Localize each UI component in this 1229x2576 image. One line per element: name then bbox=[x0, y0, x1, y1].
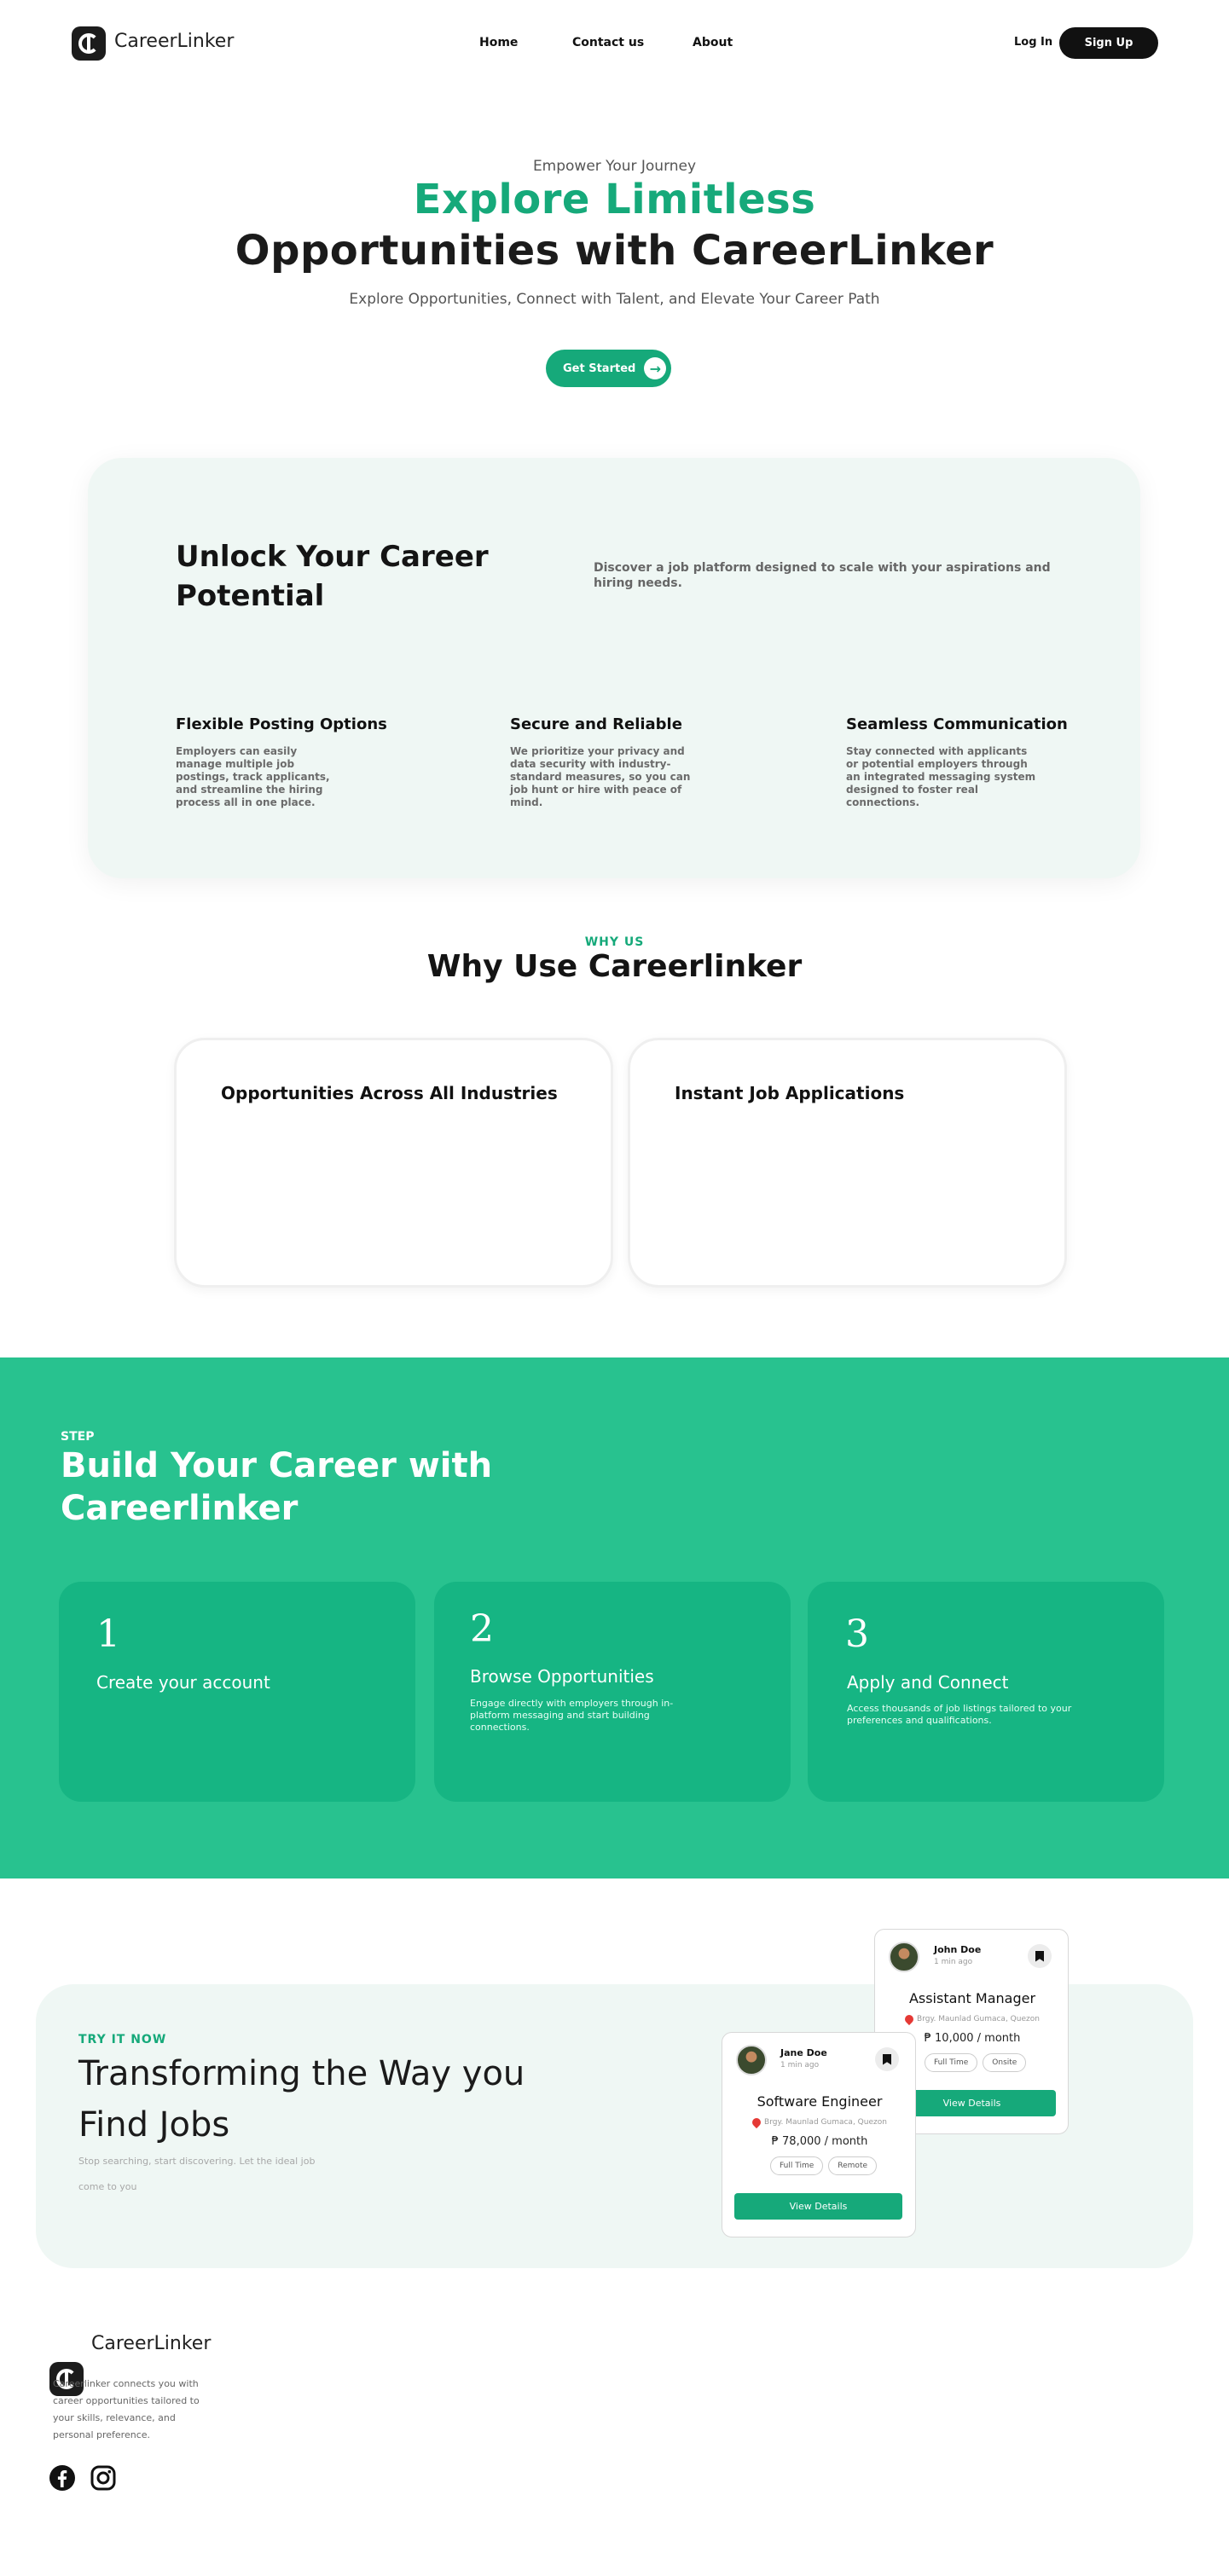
why-title: Why Use Careerlinker bbox=[426, 949, 803, 984]
job-location-text: Brgy. Maunlad Gumaca, Quezon bbox=[917, 2015, 1040, 2023]
why-card[interactable]: Opportunities Across All Industries bbox=[174, 1038, 613, 1288]
instagram-icon[interactable] bbox=[90, 2464, 117, 2492]
job-tag: Remote bbox=[828, 2156, 878, 2175]
job-tag: Full Time bbox=[925, 2053, 978, 2072]
step-description: Engage directly with employers through i… bbox=[470, 1698, 674, 1733]
job-posted-time: 1 min ago bbox=[934, 1958, 973, 1966]
job-tag: Onsite bbox=[983, 2053, 1027, 2072]
job-location: Brgy. Maunlad Gumaca, Quezon bbox=[722, 2116, 917, 2129]
step-number: 2 bbox=[470, 1607, 494, 1651]
feature-title: Seamless Communication bbox=[846, 715, 1068, 733]
hero-title: Opportunities with CareerLinker bbox=[235, 227, 994, 275]
try-title: Transforming the Way you Find Jobs bbox=[78, 2054, 525, 2145]
job-location: Brgy. Maunlad Gumaca, Quezon bbox=[875, 2012, 1070, 2026]
bookmark-icon[interactable] bbox=[875, 2047, 899, 2071]
job-location-text: Brgy. Maunlad Gumaca, Quezon bbox=[764, 2118, 887, 2127]
job-poster-name: Jane Doe bbox=[780, 2047, 827, 2058]
step-description: Access thousands of job listings tailore… bbox=[847, 1703, 1072, 1726]
step-title: Browse Opportunities bbox=[470, 1666, 654, 1687]
get-started-label: Get Started bbox=[563, 362, 636, 375]
steps-title: Build Your Career with Careerlinker bbox=[61, 1446, 493, 1528]
signup-button[interactable]: Sign Up bbox=[1059, 27, 1158, 59]
why-card-title: Opportunities Across All Industries bbox=[221, 1083, 558, 1103]
nav-home-link[interactable]: Home bbox=[479, 36, 518, 49]
hero-eyebrow: Empower Your Journey bbox=[532, 158, 697, 175]
location-pin-icon bbox=[750, 2116, 763, 2129]
job-poster-name: John Doe bbox=[934, 1944, 982, 1955]
bookmark-icon[interactable] bbox=[1028, 1944, 1052, 1968]
job-tag: Full Time bbox=[770, 2156, 824, 2175]
unlock-panel bbox=[88, 458, 1140, 878]
hero-subtitle: Explore Opportunities, Connect with Tale… bbox=[349, 291, 880, 308]
try-description: Stop searching, start discovering. Let t… bbox=[78, 2156, 316, 2192]
step-number: 1 bbox=[96, 1612, 120, 1656]
job-posted-time: 1 min ago bbox=[780, 2061, 820, 2069]
hero-title-accent: Explore Limitless bbox=[413, 176, 816, 223]
unlock-description: Discover a job platform designed to scal… bbox=[594, 561, 1051, 590]
avatar bbox=[889, 1942, 919, 1972]
get-started-button[interactable]: Get Started → bbox=[546, 350, 671, 387]
feature-description: We prioritize your privacy and data secu… bbox=[510, 745, 691, 808]
feature-description: Stay connected with applicants or potent… bbox=[846, 745, 1036, 808]
step-card: 3 Apply and Connect Access thousands of … bbox=[808, 1582, 1164, 1802]
unlock-title: Unlock Your Career Potential bbox=[176, 540, 489, 613]
feature-description: Employers can easily manage multiple job… bbox=[176, 745, 330, 808]
why-card-title: Instant Job Applications bbox=[675, 1083, 905, 1103]
step-number: 3 bbox=[845, 1612, 869, 1656]
footer-brand-name: CareerLinker bbox=[91, 2333, 212, 2354]
nav-contact-link[interactable]: Contact us bbox=[572, 36, 644, 49]
feature-title: Flexible Posting Options bbox=[176, 715, 387, 733]
job-tags: Full Time Onsite bbox=[925, 2053, 1027, 2072]
view-details-button[interactable]: View Details bbox=[734, 2193, 902, 2220]
job-card[interactable]: Jane Doe 1 min ago Software Engineer Brg… bbox=[722, 2032, 916, 2237]
avatar bbox=[736, 2045, 767, 2075]
job-title: Assistant Manager bbox=[908, 1990, 1036, 2006]
feature-title: Secure and Reliable bbox=[510, 715, 682, 733]
steps-eyebrow: STEP bbox=[61, 1430, 95, 1444]
footer-description: Careerlinker connects you with career op… bbox=[53, 2378, 200, 2440]
try-eyebrow: TRY IT NOW bbox=[78, 2033, 167, 2046]
job-tags: Full Time Remote bbox=[770, 2156, 878, 2175]
brand-logo-icon[interactable] bbox=[72, 26, 106, 61]
step-card: 2 Browse Opportunities Engage directly w… bbox=[434, 1582, 791, 1802]
job-salary: ₱ 78,000 / month bbox=[771, 2135, 868, 2148]
step-card: 1 Create your account bbox=[59, 1582, 415, 1802]
arrow-right-icon: → bbox=[644, 357, 667, 379]
why-eyebrow: WHY US bbox=[584, 935, 645, 949]
why-card[interactable]: Instant Job Applications bbox=[628, 1038, 1067, 1288]
step-title: Apply and Connect bbox=[847, 1672, 1009, 1693]
nav-about-link[interactable]: About bbox=[693, 36, 733, 49]
job-title: Software Engineer bbox=[757, 2093, 883, 2110]
facebook-icon[interactable] bbox=[49, 2464, 76, 2492]
step-title: Create your account bbox=[96, 1672, 270, 1693]
login-link[interactable]: Log In bbox=[1014, 36, 1052, 49]
brand-name[interactable]: CareerLinker bbox=[114, 31, 234, 52]
location-pin-icon bbox=[902, 2012, 916, 2026]
